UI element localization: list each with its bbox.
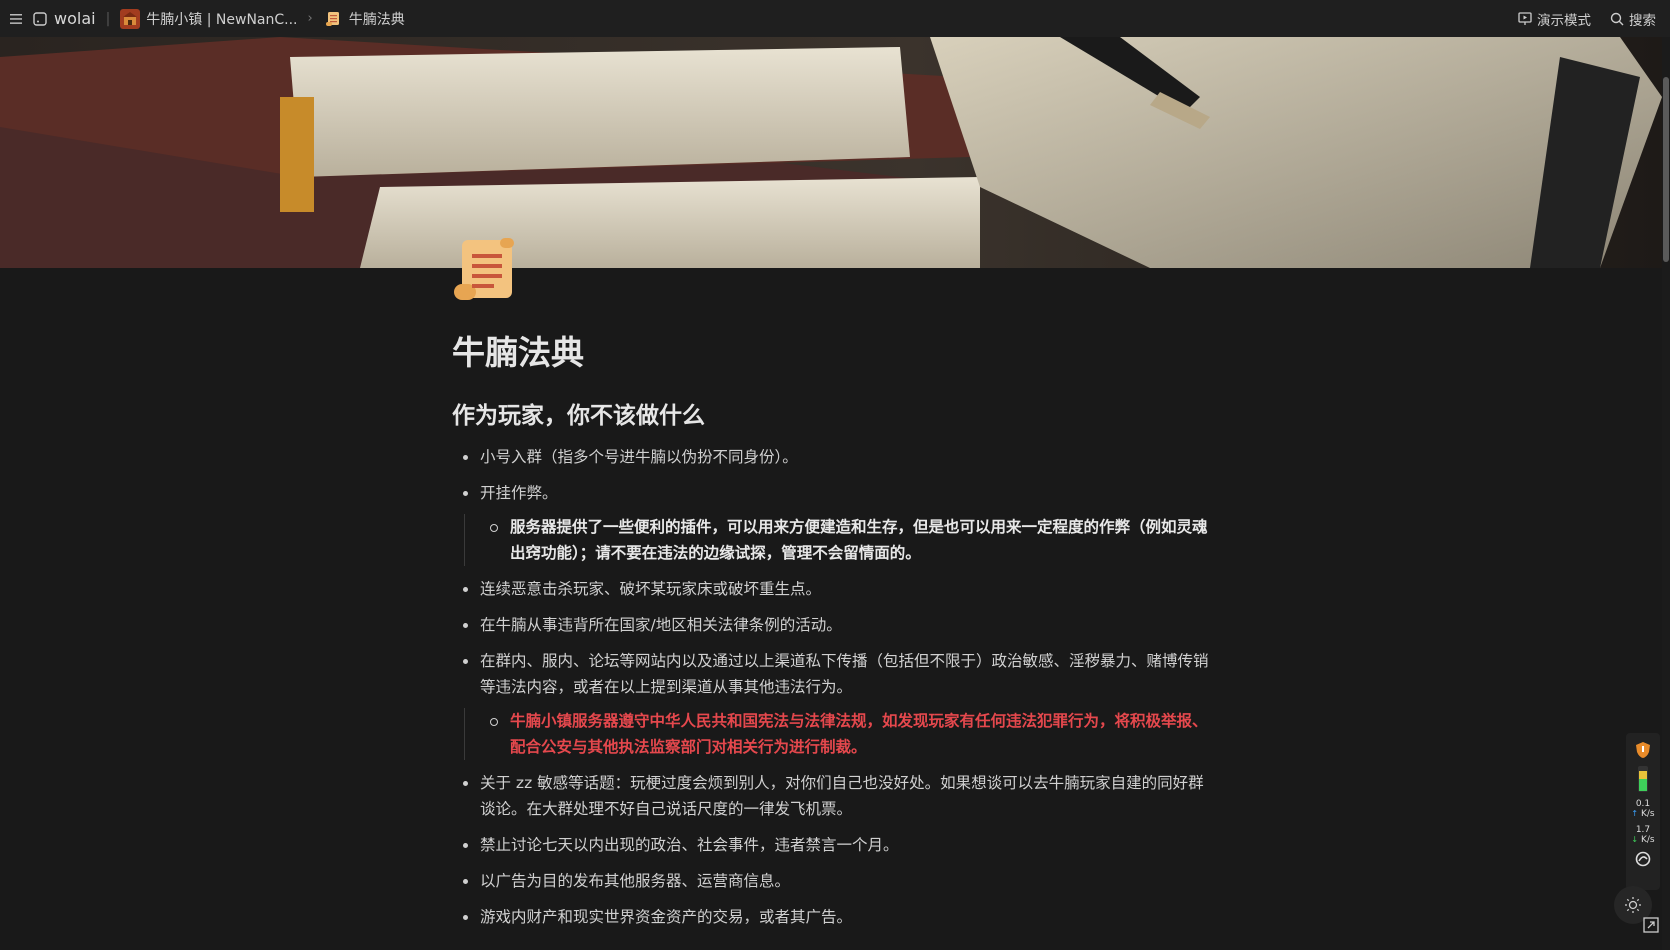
upload-unit: K/s [1640, 809, 1655, 819]
resize-icon[interactable] [1642, 916, 1660, 934]
books-illustration [0, 37, 1662, 268]
search-icon [1610, 12, 1624, 25]
rules-list: 小号入群（指多个号进牛腩以伪扮不同身份）。 开挂作弊。 服务器提供了一些便利的插… [452, 444, 1212, 930]
search-label: 搜索 [1629, 12, 1656, 29]
page-content: 牛腩法典 作为玩家，你不该做什么 小号入群（指多个号进牛腩以伪扮不同身份）。 开… [452, 330, 1212, 940]
search-button[interactable]: 搜索 [1609, 9, 1656, 29]
top-bar: wolai | 牛腩小镇 | NewNanC... › 牛腩法典 演示模式 搜索 [0, 0, 1670, 37]
list-item[interactable]: 以广告为目的发布其他服务器、运营商信息。 [452, 868, 1212, 894]
upload-speed: 0.1 ↑ K/s [1631, 799, 1654, 819]
app-name[interactable]: wolai [54, 9, 96, 28]
menu-icon[interactable] [8, 11, 24, 27]
breadcrumb-item-town[interactable]: 牛腩小镇 | NewNanC... [120, 8, 298, 29]
town-page-icon [120, 8, 141, 29]
list-item[interactable]: 在群内、服内、论坛等网站内以及通过以上渠道私下传播（包括但不限于）政治敏感、淫秽… [452, 648, 1212, 700]
arrow-down-icon: ↓ [1631, 835, 1639, 844]
list-item[interactable]: 连续恶意击杀玩家、破坏某玩家床或破坏重生点。 [452, 576, 1212, 602]
present-mode-button[interactable]: 演示模式 [1517, 9, 1591, 29]
breadcrumb-item-current[interactable]: 牛腩法典 [323, 9, 405, 29]
list-item[interactable]: 小号入群（指多个号进牛腩以伪扮不同身份）。 [452, 444, 1212, 470]
sun-icon [1625, 897, 1641, 913]
nested-list: 牛腩小镇服务器遵守中华人民共和国宪法与法律法规，如发现玩家有任何违法犯罪行为，将… [464, 708, 1212, 760]
battery-level-icon [1638, 766, 1648, 792]
list-item[interactable]: 游戏内财产和现实世界资金资产的交易，或者其广告。 [452, 904, 1212, 930]
page-title[interactable]: 牛腩法典 [452, 330, 1212, 376]
breadcrumb-label: 牛腩小镇 | NewNanC... [146, 11, 298, 28]
list-item[interactable]: 开挂作弊。 [452, 480, 1212, 506]
list-item[interactable]: 禁止讨论七天以内出现的政治、社会事件，违者禁言一个月。 [452, 832, 1212, 858]
breadcrumb-label: 牛腩法典 [348, 11, 405, 28]
upload-speed-value: 0.1 [1635, 799, 1651, 809]
page-cover-image [0, 37, 1662, 268]
divider: | [105, 10, 111, 27]
nested-list-item-warning[interactable]: 牛腩小镇服务器遵守中华人民共和国宪法与法律法规，如发现玩家有任何违法犯罪行为，将… [465, 708, 1212, 760]
arrow-up-icon: ↑ [1631, 809, 1639, 818]
scroll-page-icon [323, 9, 343, 29]
download-unit: K/s [1640, 835, 1655, 845]
list-item[interactable]: 在牛腩从事违背所在国家/地区相关法律条例的活动。 [452, 612, 1212, 638]
chevron-right-icon: › [307, 11, 313, 26]
presentation-icon [1518, 11, 1532, 25]
download-speed: 1.7 ↓ K/s [1631, 825, 1654, 845]
nested-list-item[interactable]: 服务器提供了一些便利的插件，可以用来方便建造和生存，但是也可以用来一定程度的作弊… [465, 514, 1212, 566]
download-speed-value: 1.7 [1635, 825, 1651, 835]
present-mode-label: 演示模式 [1537, 12, 1591, 29]
network-monitor-widget[interactable]: 0.1 ↑ K/s 1.7 ↓ K/s [1626, 733, 1660, 890]
scrollbar-thumb[interactable] [1663, 77, 1669, 262]
vertical-scrollbar[interactable] [1662, 37, 1670, 950]
list-item[interactable]: 关于 zz 敏感等话题：玩梗过度会烦到别人，对你们自己也没好处。如果想谈可以去牛… [452, 770, 1212, 822]
scroll-page-icon-large[interactable] [452, 236, 518, 306]
section-heading[interactable]: 作为玩家，你不该做什么 [452, 400, 1212, 432]
nested-list: 服务器提供了一些便利的插件，可以用来方便建造和生存，但是也可以用来一定程度的作弊… [464, 514, 1212, 566]
shield-icon [1636, 742, 1650, 758]
wolai-logo-icon [32, 11, 48, 27]
browser-icon[interactable] [1635, 851, 1651, 867]
